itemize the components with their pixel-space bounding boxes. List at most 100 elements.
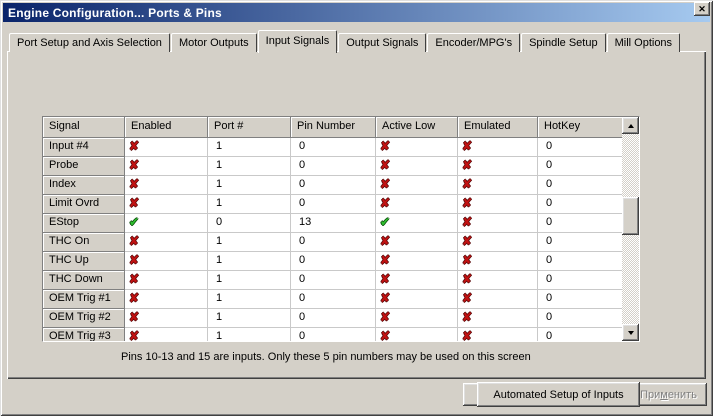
hotkey-value[interactable]: 0 [538,309,624,328]
port-value[interactable]: 1 [208,138,291,157]
emulated-cell[interactable]: ✘ [458,157,538,176]
emulated-cell[interactable]: ✘ [458,138,538,157]
apply-button[interactable]: Применить [630,383,707,406]
hotkey-value[interactable]: 0 [538,233,624,252]
red-cross-icon: ✘ [129,272,139,287]
enabled-cell[interactable]: ✘ [125,233,208,252]
active-low-cell[interactable]: ✔ [376,214,458,233]
tab-mill-options[interactable]: Mill Options [607,33,680,52]
scroll-down-button[interactable] [622,324,639,341]
table-row: Input #4✘10✘✘0 [43,138,624,157]
pin-number-value[interactable]: 0 [291,233,376,252]
active-low-cell[interactable]: ✘ [376,309,458,328]
tab-spindle-setup[interactable]: Spindle Setup [521,33,606,52]
pin-number-value[interactable]: 0 [291,138,376,157]
emulated-cell[interactable]: ✘ [458,328,538,342]
scrollbar-thumb[interactable] [622,197,639,235]
port-value[interactable]: 1 [208,290,291,309]
port-value[interactable]: 1 [208,195,291,214]
enabled-cell[interactable]: ✘ [125,157,208,176]
enabled-cell[interactable]: ✘ [125,138,208,157]
signal-label: THC Up [43,252,125,271]
pin-number-value[interactable]: 13 [291,214,376,233]
table-row: THC Down✘10✘✘0 [43,271,624,290]
port-value[interactable]: 0 [208,214,291,233]
hotkey-value[interactable]: 0 [538,328,624,342]
active-low-cell[interactable]: ✘ [376,271,458,290]
tab-encoder-mpg-s[interactable]: Encoder/MPG's [427,33,520,52]
active-low-cell[interactable]: ✘ [376,176,458,195]
emulated-cell[interactable]: ✘ [458,214,538,233]
emulated-cell[interactable]: ✘ [458,290,538,309]
scroll-up-button[interactable] [622,117,639,134]
hotkey-value[interactable]: 0 [538,252,624,271]
port-value[interactable]: 1 [208,252,291,271]
pin-number-value[interactable]: 0 [291,309,376,328]
emulated-cell[interactable]: ✘ [458,233,538,252]
port-value[interactable]: 1 [208,328,291,342]
port-value[interactable]: 1 [208,176,291,195]
close-button[interactable]: ✕ [694,2,710,16]
automated-setup-button[interactable]: Automated Setup of Inputs [477,382,640,407]
pin-number-value[interactable]: 0 [291,176,376,195]
active-low-cell[interactable]: ✘ [376,233,458,252]
pin-number-value[interactable]: 0 [291,195,376,214]
hotkey-value[interactable]: 0 [538,271,624,290]
close-icon: ✕ [698,4,706,15]
column-header: Enabled [125,117,208,138]
emulated-cell[interactable]: ✘ [458,252,538,271]
pin-number-value[interactable]: 0 [291,328,376,342]
red-cross-icon: ✘ [380,310,390,325]
tab-port-setup-and-axis-selection[interactable]: Port Setup and Axis Selection [9,33,170,52]
port-value[interactable]: 1 [208,309,291,328]
enabled-cell[interactable]: ✘ [125,290,208,309]
enabled-cell[interactable]: ✘ [125,328,208,342]
red-cross-icon: ✘ [462,234,472,249]
active-low-cell[interactable]: ✘ [376,195,458,214]
active-low-cell[interactable]: ✘ [376,157,458,176]
signal-label: OEM Trig #1 [43,290,125,309]
enabled-cell[interactable]: ✘ [125,271,208,290]
hotkey-value[interactable]: 0 [538,157,624,176]
pin-number-value[interactable]: 0 [291,290,376,309]
tab-output-signals[interactable]: Output Signals [338,33,426,52]
signal-label: OEM Trig #3 [43,328,125,342]
pin-number-value[interactable]: 0 [291,271,376,290]
port-value[interactable]: 1 [208,233,291,252]
green-check-icon: ✔ [129,215,139,230]
port-value[interactable]: 1 [208,271,291,290]
tab-motor-outputs[interactable]: Motor Outputs [171,33,257,52]
table-row: EStop✔013✔✘0 [43,214,624,233]
active-low-cell[interactable]: ✘ [376,290,458,309]
hotkey-value[interactable]: 0 [538,138,624,157]
emulated-cell[interactable]: ✘ [458,176,538,195]
column-header: Emulated [458,117,538,138]
pin-number-value[interactable]: 0 [291,157,376,176]
active-low-cell[interactable]: ✘ [376,328,458,342]
enabled-cell[interactable]: ✘ [125,252,208,271]
enabled-cell[interactable]: ✘ [125,309,208,328]
hotkey-value[interactable]: 0 [538,195,624,214]
red-cross-icon: ✘ [129,139,139,154]
emulated-cell[interactable]: ✘ [458,271,538,290]
port-value[interactable]: 1 [208,157,291,176]
table-row: Limit Ovrd✘10✘✘0 [43,195,624,214]
automated-setup-label: Automated Setup of Inputs [493,389,623,401]
active-low-cell[interactable]: ✘ [376,252,458,271]
emulated-cell[interactable]: ✘ [458,195,538,214]
hotkey-value[interactable]: 0 [538,290,624,309]
tab-input-signals[interactable]: Input Signals [258,30,338,53]
enabled-cell[interactable]: ✘ [125,195,208,214]
table-row: Probe✘10✘✘0 [43,157,624,176]
red-cross-icon: ✘ [380,234,390,249]
hotkey-value[interactable]: 0 [538,176,624,195]
active-low-cell[interactable]: ✘ [376,138,458,157]
emulated-cell[interactable]: ✘ [458,309,538,328]
enabled-cell[interactable]: ✔ [125,214,208,233]
pin-number-value[interactable]: 0 [291,252,376,271]
vertical-scrollbar[interactable] [622,117,639,341]
red-cross-icon: ✘ [462,272,472,287]
table-row: Index✘10✘✘0 [43,176,624,195]
hotkey-value[interactable]: 0 [538,214,624,233]
enabled-cell[interactable]: ✘ [125,176,208,195]
